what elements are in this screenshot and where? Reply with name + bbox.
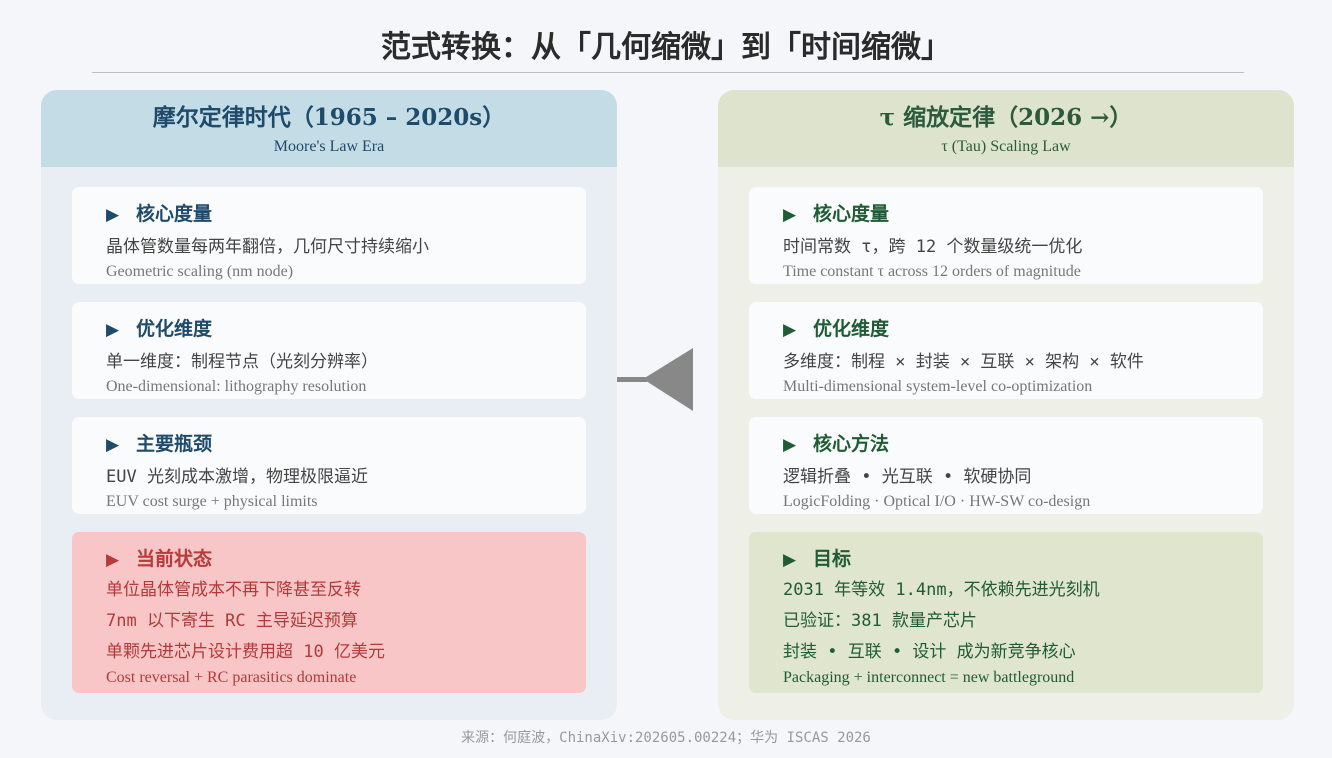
arrow-left-icon [617,348,693,411]
card-line: 封装 • 互联 • 设计 成为新竞争核心 [783,642,1076,662]
card-goal: ▶ 目标 2031 年等效 1.4nm，不依赖先进光刻机 已验证：381 款量产芯… [749,532,1263,693]
triangle-right-icon: ▶ [783,205,797,225]
triangle-right-icon: ▶ [783,435,797,455]
card-optimization-dimension: ▶ 优化维度 单一维度：制程节点（光刻分辨率） One-dimensional: … [72,302,586,399]
title-divider [92,72,1244,73]
triangle-right-icon: ▶ [783,320,797,340]
card-current-status: ▶ 当前状态 单位晶体管成本不再下降甚至反转 7nm 以下寄生 RC 主导延迟预算… [72,532,586,693]
card-line: 2031 年等效 1.4nm，不依赖先进光刻机 [783,580,1100,600]
card-english: LogicFolding · Optical I/O · HW-SW co-de… [783,493,1091,510]
card-english: Cost reversal + RC parasitics dominate [106,669,357,686]
tau-scaling-panel: τ 缩放定律（2026 →） τ (Tau) Scaling Law ▶ 核心度量… [718,90,1294,720]
card-line: 单位晶体管成本不再下降甚至反转 [106,580,361,600]
card-heading: 目标 [813,548,852,570]
page-title: 范式转换：从「几何缩微」到「时间缩微」 [381,30,951,65]
card-english: Geometric scaling (nm node) [106,263,294,280]
moores-law-subtitle: Moore's Law Era [273,138,385,155]
card-heading: 优化维度 [813,318,890,340]
card-english: Multi-dimensional system-level co-optimi… [783,378,1093,395]
moores-law-header: 摩尔定律时代（1965 – 2020s） Moore's Law Era [41,90,617,167]
card-line: 时间常数 τ，跨 12 个数量级统一优化 [783,237,1083,257]
card-heading: 核心方法 [813,433,890,455]
card-line: 多维度：制程 × 封装 × 互联 × 架构 × 软件 [783,352,1144,372]
triangle-right-icon: ▶ [783,550,797,570]
card-main-bottleneck: ▶ 主要瓶颈 EUV 光刻成本激增，物理极限逼近 EUV cost surge +… [72,417,586,514]
triangle-right-icon: ▶ [106,435,120,455]
card-heading: 核心度量 [813,203,890,225]
card-line: 单颗先进芯片设计费用超 10 亿美元 [106,642,385,662]
card-line: 晶体管数量每两年翻倍，几何尺寸持续缩小 [106,237,429,257]
tau-scaling-subtitle: τ (Tau) Scaling Law [941,138,1071,155]
card-optimization-dimension: ▶ 优化维度 多维度：制程 × 封装 × 互联 × 架构 × 软件 Multi-d… [749,302,1263,399]
card-english: One-dimensional: lithography resolution [106,378,367,395]
card-english: Packaging + interconnect = new battlegro… [783,669,1075,686]
card-core-method: ▶ 核心方法 逻辑折叠 • 光互联 • 软硬协同 LogicFolding · O… [749,417,1263,514]
source-footer: 来源：何庭波，ChinaXiv:202605.00224；华为 ISCAS 20… [461,730,871,746]
card-heading: 核心度量 [136,203,213,225]
card-line: 逻辑折叠 • 光互联 • 软硬协同 [783,467,1032,487]
card-english: Time constant τ across 12 orders of magn… [783,263,1081,280]
moores-law-panel: 摩尔定律时代（1965 – 2020s） Moore's Law Era ▶ 核心… [41,90,617,720]
card-line: EUV 光刻成本激增，物理极限逼近 [106,467,368,487]
card-heading: 当前状态 [136,548,213,570]
card-line: 7nm 以下寄生 RC 主导延迟预算 [106,611,358,631]
card-line: 已验证：381 款量产芯片 [783,611,977,631]
triangle-right-icon: ▶ [106,550,120,570]
card-core-metric: ▶ 核心度量 晶体管数量每两年翻倍，几何尺寸持续缩小 Geometric scal… [72,187,586,284]
moores-law-title: 摩尔定律时代（1965 – 2020s） [152,104,506,131]
tau-scaling-title: τ 缩放定律（2026 →） [879,104,1133,131]
triangle-right-icon: ▶ [106,205,120,225]
card-english: EUV cost surge + physical limits [106,493,318,510]
card-heading: 优化维度 [136,318,213,340]
card-heading: 主要瓶颈 [136,433,213,455]
card-line: 单一维度：制程节点（光刻分辨率） [106,352,378,372]
triangle-right-icon: ▶ [106,320,120,340]
card-core-metric: ▶ 核心度量 时间常数 τ，跨 12 个数量级统一优化 Time constant… [749,187,1263,284]
tau-scaling-header: τ 缩放定律（2026 →） τ (Tau) Scaling Law [718,90,1294,167]
